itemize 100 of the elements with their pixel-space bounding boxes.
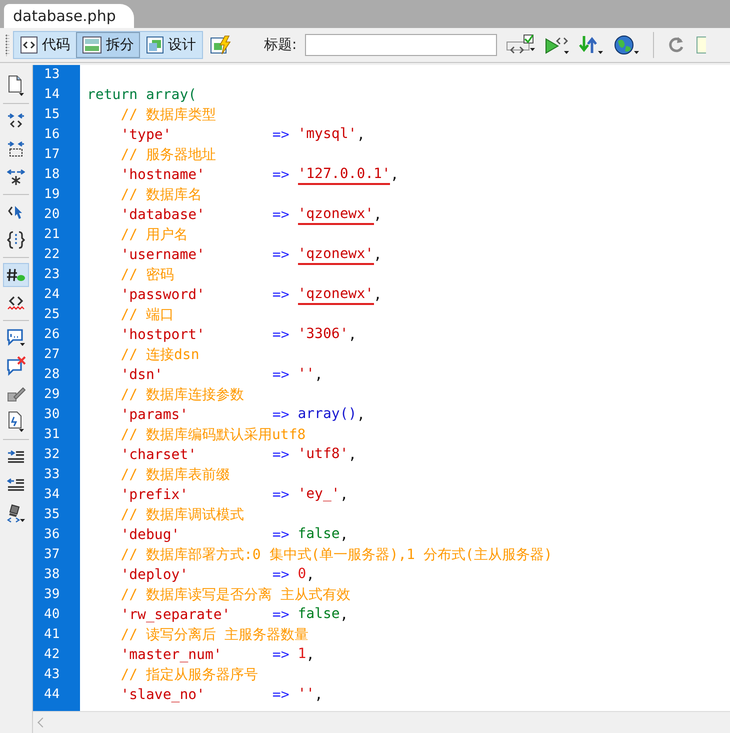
toolbar-grip[interactable]	[5, 34, 9, 56]
line-number: 21	[43, 226, 61, 244]
comma: ,	[356, 406, 366, 425]
array-key: 'prefix'	[120, 485, 239, 505]
code-comment: // 数据库名	[120, 186, 202, 205]
code-view-icon	[20, 36, 38, 54]
comma: ,	[348, 326, 357, 345]
line-number: 13	[43, 66, 61, 84]
line-number: 32	[43, 446, 61, 464]
line-number: 29	[43, 386, 61, 404]
line-number: 15	[43, 106, 61, 124]
array-key: 'dsn'	[120, 365, 239, 385]
array-value: 'utf8'	[298, 445, 348, 464]
document-tab[interactable]: database.php	[4, 4, 134, 28]
line-number: 43	[43, 666, 61, 684]
arrow-operator: =>	[272, 246, 290, 265]
line-number: 25	[43, 306, 61, 324]
line-number: 17	[43, 146, 61, 164]
array-value: '127.0.0.1'	[298, 165, 390, 185]
line-number: 31	[43, 426, 61, 444]
comma: ,	[314, 366, 323, 385]
code-comment: // 数据库编码默认采用utf8	[120, 426, 306, 445]
line-number: 39	[43, 586, 61, 604]
array-key: 'master_num'	[120, 645, 239, 665]
line-number: 27	[43, 346, 61, 364]
line-number: 30	[43, 406, 61, 424]
title-label: 标题:	[264, 36, 297, 54]
design-view-icon	[146, 36, 164, 54]
line-number: 40	[43, 606, 61, 624]
line-number: 38	[43, 566, 61, 584]
arrow-operator: =>	[272, 486, 290, 505]
array-value: 0	[298, 565, 306, 584]
array-key: 'password'	[120, 285, 239, 305]
view-button[interactable]: 代码	[14, 32, 76, 58]
line-number: 16	[43, 126, 61, 144]
arrow-operator: =>	[272, 286, 290, 305]
arrow-operator: =>	[272, 366, 290, 385]
line-number: 35	[43, 506, 61, 524]
comma: ,	[356, 126, 366, 145]
code-text: return array(	[87, 86, 197, 105]
arrow-operator: =>	[272, 126, 290, 145]
code-comment: // 数据库连接参数	[120, 386, 244, 405]
comma: ,	[306, 566, 315, 585]
line-number: 19	[43, 186, 61, 204]
code-comment: // 密码	[120, 266, 174, 285]
array-value: array()	[298, 405, 357, 424]
arrow-operator: =>	[272, 526, 290, 545]
code-comment: // 数据库调试模式	[120, 506, 244, 525]
line-number: 22	[43, 246, 61, 264]
array-key: 'debug'	[120, 525, 239, 545]
line-number: 44	[43, 686, 61, 704]
array-value: 'qzonewx'	[298, 205, 374, 225]
array-key: 'hostport'	[120, 325, 239, 345]
array-value: ''	[298, 365, 315, 384]
code-comment: // 服务器地址	[120, 146, 216, 165]
line-number: 24	[43, 286, 61, 304]
view-button[interactable]: 设计	[140, 32, 202, 58]
arrow-operator: =>	[272, 446, 290, 465]
comma: ,	[374, 286, 382, 305]
view-button[interactable]: 拆分	[76, 32, 140, 58]
split-view-icon	[82, 36, 102, 54]
array-key: 'charset'	[120, 445, 239, 465]
code-comment: // 数据库部署方式:0 集中式(单一服务器),1 分布式(主从服务器)	[120, 546, 552, 565]
comma: ,	[306, 646, 315, 665]
code-comment: // 数据库表前缀	[120, 466, 230, 485]
array-value: 'mysql'	[298, 125, 357, 144]
globe-icon[interactable]	[612, 34, 641, 56]
arrow-operator: =>	[272, 686, 290, 705]
array-key: 'params'	[120, 405, 239, 425]
code-comment: // 连接dsn	[120, 346, 200, 365]
comma: ,	[374, 206, 382, 225]
line-number: 23	[43, 266, 61, 284]
line-number: 33	[43, 466, 61, 484]
array-value: false	[298, 605, 340, 624]
comma: ,	[390, 166, 399, 185]
comma: ,	[340, 606, 348, 625]
arrow-operator: =>	[272, 206, 290, 225]
array-value: '3306'	[298, 325, 348, 344]
array-value: false	[298, 525, 340, 544]
code-comment: // 数据库读写是否分离 主从式有效	[120, 586, 350, 605]
array-key: 'rw_separate'	[120, 605, 239, 625]
arrow-operator: =>	[272, 406, 290, 425]
document-icon[interactable]	[696, 35, 706, 55]
line-number: 34	[43, 486, 61, 504]
line-numbers-icon[interactable]	[3, 263, 29, 287]
code-comment: // 数据库类型	[120, 106, 216, 125]
line-number: 37	[43, 546, 61, 564]
comma: ,	[340, 486, 348, 505]
array-key: 'slave_no'	[120, 685, 239, 705]
array-value: ''	[298, 685, 315, 704]
array-value: 'qzonewx'	[298, 285, 374, 305]
arrow-operator: =>	[272, 566, 290, 585]
array-value: 'ey_'	[298, 485, 340, 504]
array-key: 'username'	[120, 245, 239, 265]
validate-icon[interactable]	[506, 34, 536, 56]
title-field[interactable]	[304, 34, 497, 56]
transfer-arrows-icon[interactable]	[578, 34, 606, 56]
array-key: 'deploy'	[120, 565, 239, 585]
arrow-operator: =>	[272, 606, 290, 625]
code-comment: // 端口	[120, 306, 174, 325]
